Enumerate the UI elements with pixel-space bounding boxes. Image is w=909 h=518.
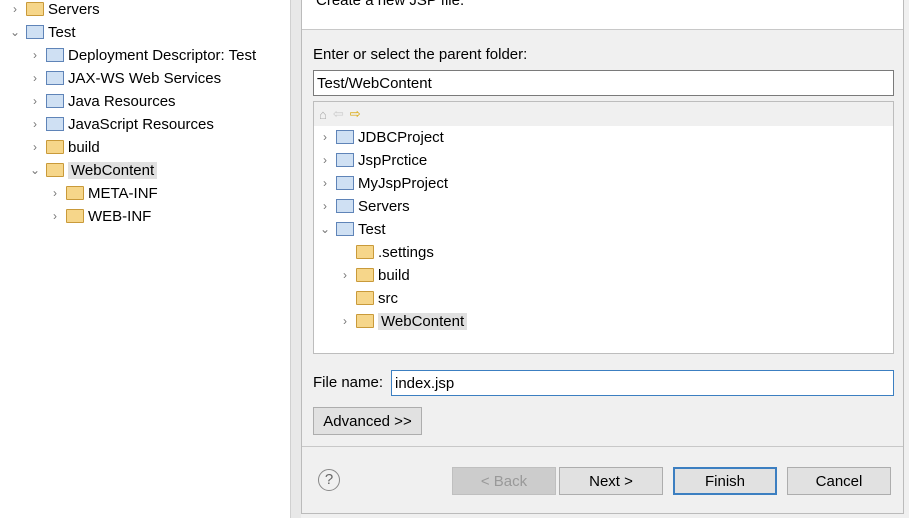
- folder-tree-label: Test: [358, 220, 386, 238]
- finish-button[interactable]: Finish: [673, 467, 777, 495]
- explorer-item-label: JavaScript Resources: [68, 115, 214, 133]
- explorer-item[interactable]: › build: [28, 136, 100, 158]
- folder-icon: [356, 268, 374, 282]
- descriptor-icon: [46, 48, 64, 62]
- file-name-label: File name:: [313, 374, 384, 391]
- chevron-right-icon[interactable]: ›: [338, 314, 352, 328]
- explorer-item-label: Servers: [48, 0, 100, 18]
- explorer-item[interactable]: › Servers: [8, 0, 100, 20]
- folder-tree-item[interactable]: › WebContent: [338, 310, 468, 332]
- help-icon[interactable]: ?: [318, 469, 340, 491]
- explorer-scrollbar[interactable]: [290, 0, 301, 518]
- explorer-item-label: WEB-INF: [88, 207, 152, 225]
- java-resources-icon: [46, 94, 64, 108]
- explorer-item[interactable]: › JAX-WS Web Services: [28, 67, 221, 89]
- parent-folder-label: Enter or select the parent folder:: [313, 46, 528, 63]
- chevron-right-icon[interactable]: ›: [318, 199, 332, 213]
- explorer-item[interactable]: ⌄ Test: [8, 21, 76, 43]
- chevron-right-icon[interactable]: ›: [338, 268, 352, 282]
- chevron-right-icon[interactable]: ›: [318, 153, 332, 167]
- folder-tree-item[interactable]: › build: [338, 264, 410, 286]
- divider: [302, 446, 903, 447]
- javascript-resources-icon: [46, 117, 64, 131]
- explorer-item[interactable]: › Deployment Descriptor: Test: [28, 44, 256, 66]
- chevron-right-icon[interactable]: ›: [28, 117, 42, 131]
- dialog-header: Create a new JSP file.: [302, 0, 903, 30]
- back-arrow-icon[interactable]: ⇦: [333, 106, 344, 122]
- folder-icon: [356, 291, 374, 305]
- explorer-item-label: Deployment Descriptor: Test: [68, 46, 257, 64]
- folder-tree-label: build: [378, 266, 410, 284]
- chevron-right-icon[interactable]: ›: [28, 48, 42, 62]
- folder-tree-label: WebContent: [378, 312, 468, 330]
- folder-tree-item[interactable]: › JspPrctice: [318, 149, 427, 171]
- project-icon: [336, 199, 354, 213]
- explorer-item[interactable]: › JavaScript Resources: [28, 113, 214, 135]
- folder-icon: [66, 209, 84, 223]
- explorer-item-label: Test: [48, 23, 76, 41]
- folder-tree-label: JDBCProject: [358, 128, 444, 146]
- explorer-item-label: WebContent: [68, 161, 158, 179]
- home-icon[interactable]: ⌂: [319, 107, 327, 122]
- project-explorer: › Servers ⌄ Test › Deployment Descriptor: Tes…: [0, 0, 290, 518]
- folder-tree-item[interactable]: .settings: [338, 241, 434, 263]
- folder-icon: [26, 2, 44, 16]
- chevron-right-icon[interactable]: ›: [318, 176, 332, 190]
- project-icon: [336, 130, 354, 144]
- back-button[interactable]: < Back: [452, 467, 556, 495]
- folder-icon: [46, 163, 64, 177]
- explorer-item-label: JAX-WS Web Services: [68, 69, 222, 87]
- project-icon: [26, 25, 44, 39]
- next-button[interactable]: Next >: [559, 467, 663, 495]
- folder-icon: [356, 245, 374, 259]
- folder-tree-label: MyJspProject: [358, 174, 449, 192]
- forward-arrow-icon[interactable]: ⇨: [350, 106, 361, 122]
- folder-tree-item[interactable]: › Servers: [318, 195, 410, 217]
- cancel-button[interactable]: Cancel: [787, 467, 891, 495]
- tree-toolbar: ⌂ ⇦ ⇨: [314, 102, 893, 126]
- explorer-item-label: build: [68, 138, 100, 156]
- webservice-icon: [46, 71, 64, 85]
- folder-tree-item[interactable]: src: [338, 287, 398, 309]
- chevron-right-icon[interactable]: ›: [48, 209, 62, 223]
- folder-tree-label: Servers: [358, 197, 410, 215]
- folder-icon: [66, 186, 84, 200]
- parent-folder-input[interactable]: Test/WebContent: [313, 70, 894, 96]
- folder-tree-item[interactable]: ⌄ Test: [318, 218, 386, 240]
- folder-tree[interactable]: ⌂ ⇦ ⇨ › JDBCProject › JspPrctice › MyJspProje…: [313, 101, 894, 354]
- explorer-item[interactable]: › Java Resources: [28, 90, 176, 112]
- folder-tree-item[interactable]: › MyJspProject: [318, 172, 448, 194]
- folder-tree-label: JspPrctice: [358, 151, 428, 169]
- new-jsp-dialog: Create a new JSP file. Enter or select t…: [301, 0, 904, 514]
- chevron-down-icon[interactable]: ⌄: [318, 222, 332, 236]
- project-icon: [336, 222, 354, 236]
- chevron-down-icon[interactable]: ⌄: [28, 163, 42, 177]
- project-icon: [336, 153, 354, 167]
- folder-tree-label: .settings: [378, 243, 434, 261]
- project-icon: [336, 176, 354, 190]
- folder-tree-label: src: [378, 289, 398, 307]
- explorer-item-label: Java Resources: [68, 92, 176, 110]
- chevron-down-icon[interactable]: ⌄: [8, 25, 22, 39]
- explorer-item[interactable]: ⌄ WebContent: [28, 159, 158, 181]
- chevron-right-icon[interactable]: ›: [28, 140, 42, 154]
- folder-icon: [356, 314, 374, 328]
- chevron-right-icon[interactable]: ›: [28, 71, 42, 85]
- chevron-right-icon[interactable]: ›: [28, 94, 42, 108]
- explorer-item-label: META-INF: [88, 184, 158, 202]
- explorer-item[interactable]: › WEB-INF: [48, 205, 151, 227]
- chevron-right-icon[interactable]: ›: [48, 186, 62, 200]
- file-name-input[interactable]: index.jsp: [391, 370, 894, 396]
- explorer-item[interactable]: › META-INF: [48, 182, 158, 204]
- advanced-button[interactable]: Advanced >>: [313, 407, 422, 435]
- chevron-right-icon[interactable]: ›: [8, 2, 22, 16]
- dialog-description: Create a new JSP file.: [316, 0, 465, 9]
- folder-icon: [46, 140, 64, 154]
- chevron-right-icon[interactable]: ›: [318, 130, 332, 144]
- folder-tree-item[interactable]: › JDBCProject: [318, 126, 444, 148]
